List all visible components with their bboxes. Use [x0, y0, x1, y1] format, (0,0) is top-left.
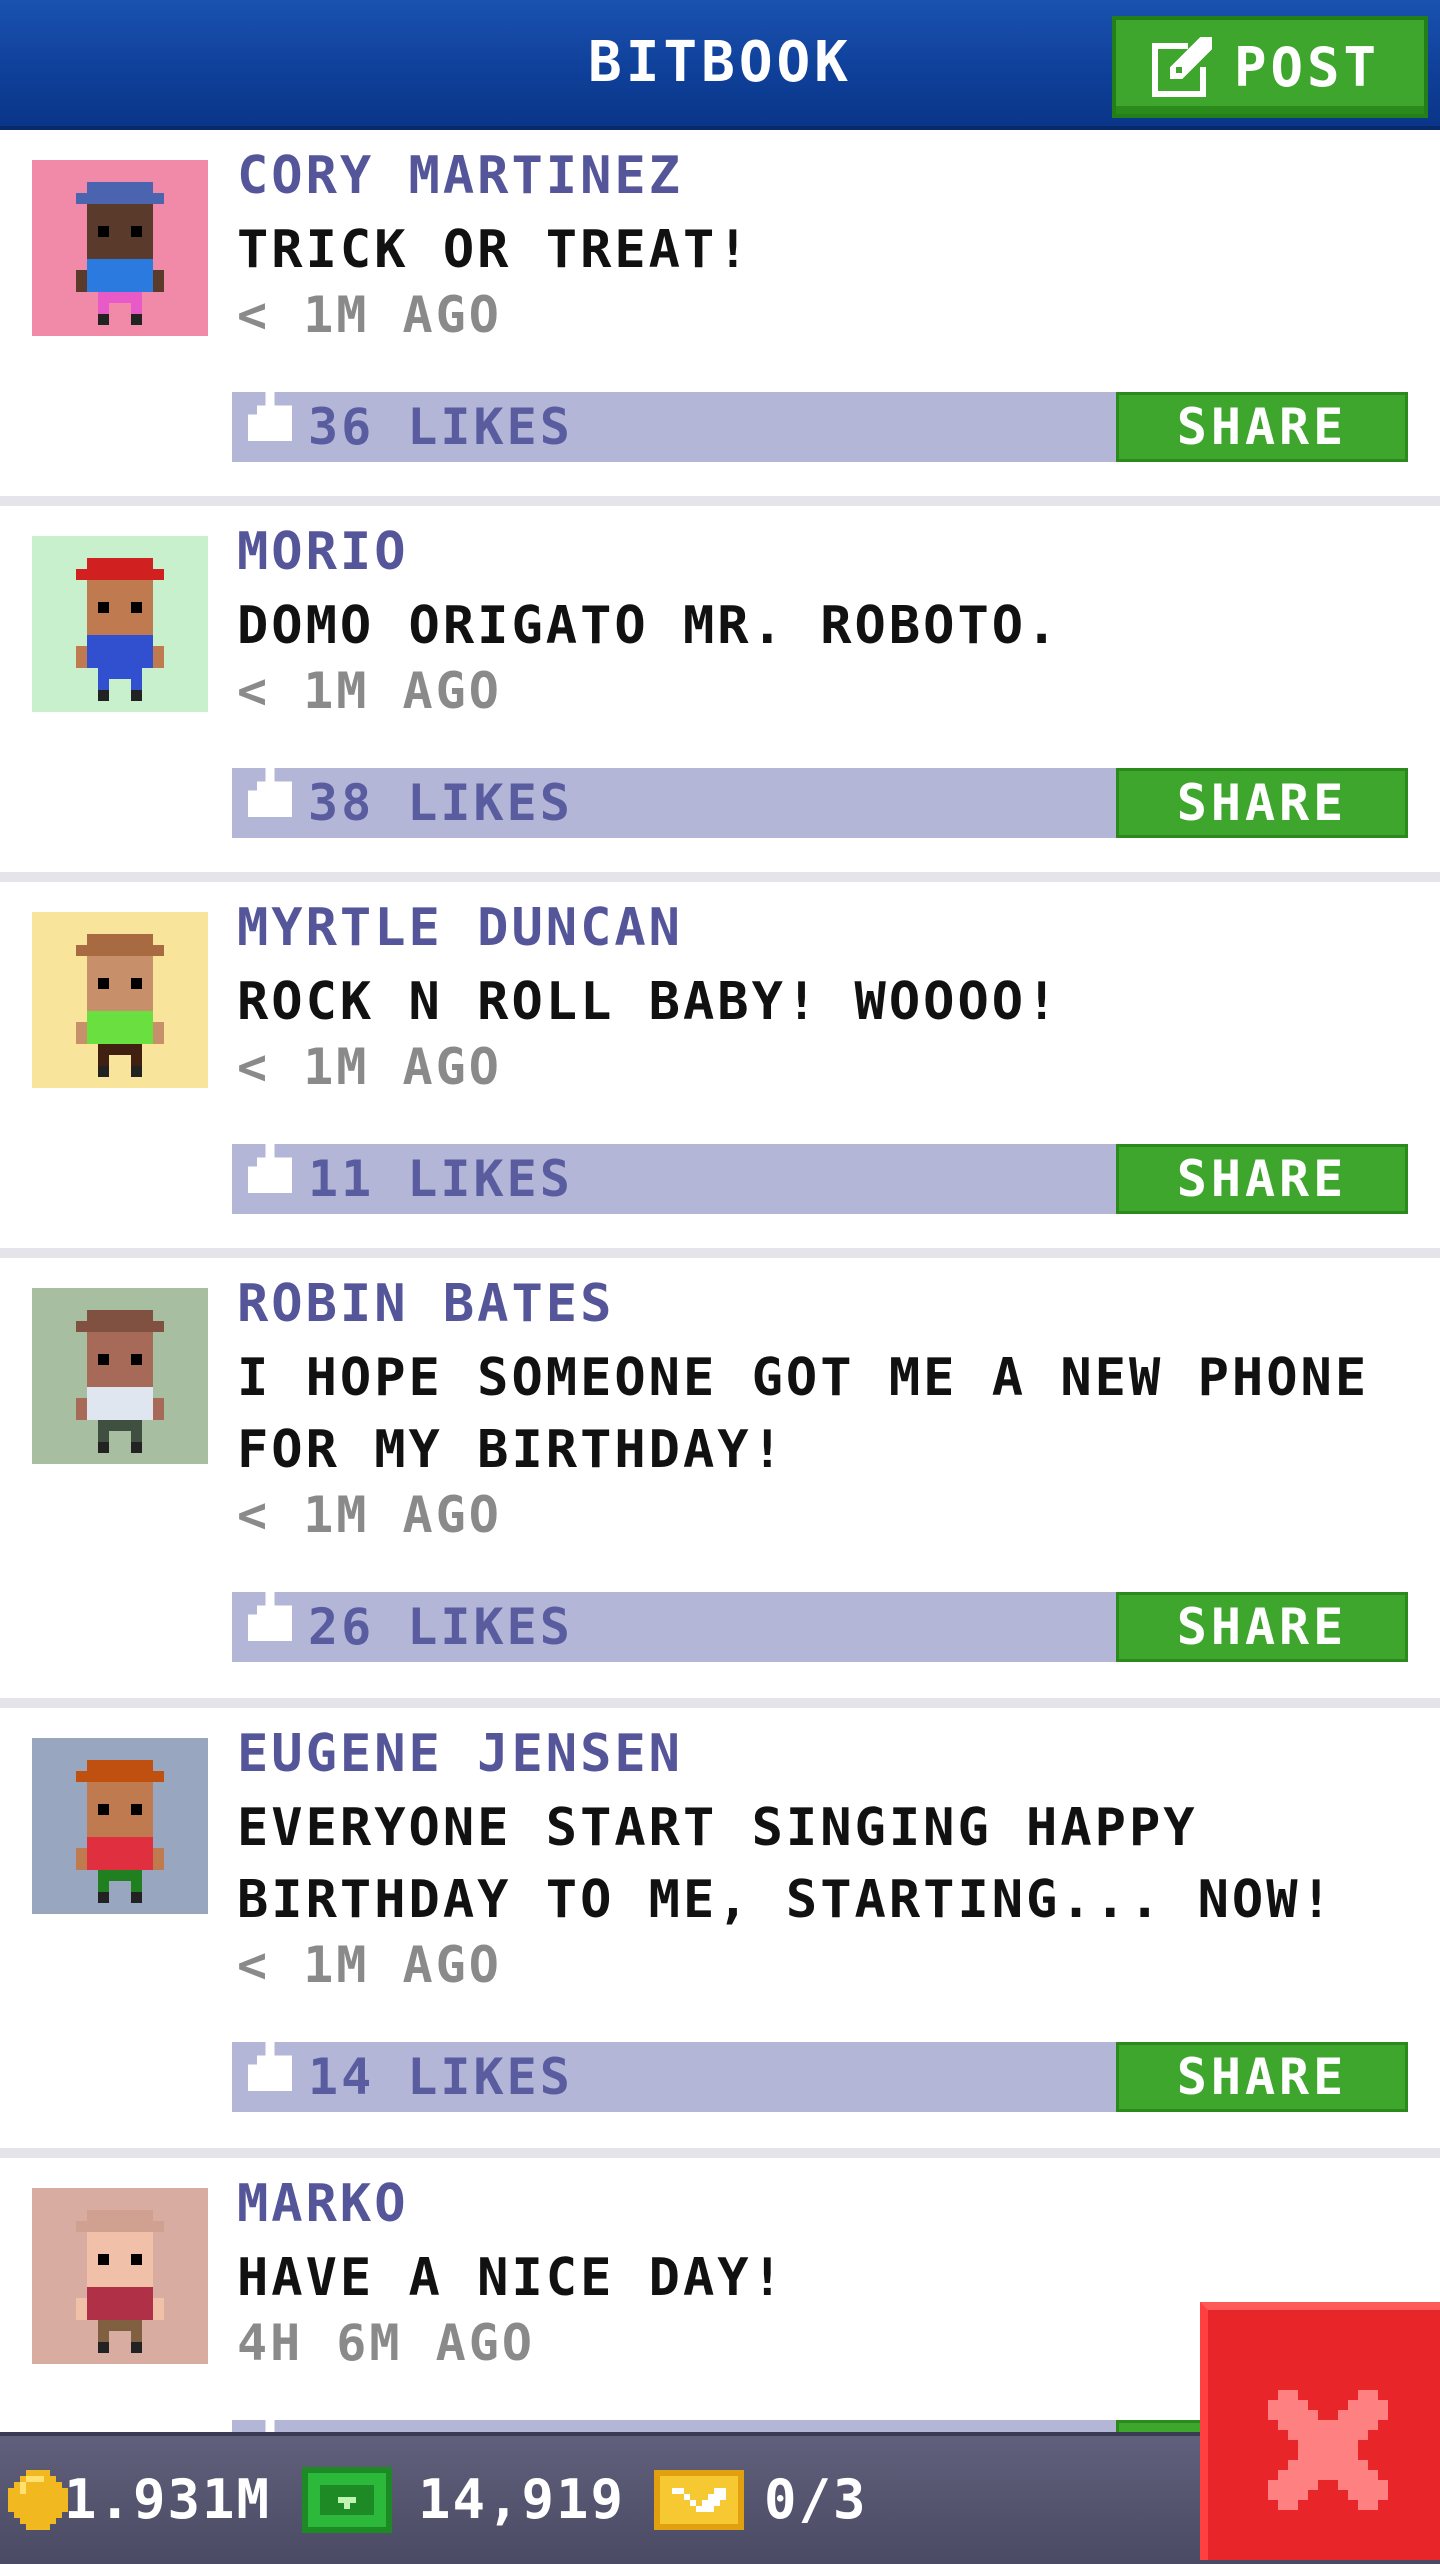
- feed-post: MYRTLE DUNCAN ROCK N ROLL BABY! WOOOO! < 1…: [0, 882, 1440, 1258]
- post-message-line: TRICK OR TREAT!: [237, 220, 752, 280]
- coin-icon: [8, 2470, 68, 2530]
- post-message-line: BIRTHDAY TO ME, STARTING... NOW!: [237, 1870, 1335, 1930]
- close-button[interactable]: [1200, 2302, 1440, 2560]
- post-timestamp: < 1M AGO: [237, 662, 502, 720]
- like-bar[interactable]: 11 LIKES SHARE: [232, 1122, 1408, 1214]
- post-author: MARKO: [237, 2174, 409, 2234]
- bux-count: 14,919: [418, 2468, 626, 2531]
- post-message-line: FOR MY BIRTHDAY!: [237, 1420, 786, 1480]
- thumbs-up-icon: [248, 1122, 292, 1193]
- like-bar[interactable]: 26 LIKES SHARE: [232, 1570, 1408, 1662]
- thumbs-up-icon: [248, 1570, 292, 1641]
- like-count: 38 LIKES: [308, 774, 573, 832]
- share-button[interactable]: SHARE: [1116, 1592, 1408, 1662]
- like-count: 26 LIKES: [308, 1598, 573, 1656]
- feed-post: CORY MARTINEZ TRICK OR TREAT! < 1M AGO 36 L…: [0, 130, 1440, 506]
- post-author: MYRTLE DUNCAN: [237, 898, 683, 958]
- post-message: TRICK OR TREAT!: [237, 214, 1417, 286]
- avatar: [32, 536, 208, 712]
- app-header: BITBOOK POST: [0, 0, 1440, 130]
- feed-post: ROBIN BATES I HOPE SOMEONE GOT ME A NEW P…: [0, 1258, 1440, 1708]
- bux-icon: [302, 2467, 392, 2533]
- avatar: [32, 160, 208, 336]
- post-message: DOMO ORIGATO MR. ROBOTO.: [237, 590, 1417, 662]
- post-message: I HOPE SOMEONE GOT ME A NEW PHONE FOR MY …: [237, 1342, 1417, 1486]
- coins-count: 1.931M: [64, 2468, 272, 2531]
- post-button-label: POST: [1234, 35, 1381, 99]
- avatar: [32, 1288, 208, 1464]
- post-message-line: EVERYONE START SINGING HAPPY: [237, 1798, 1198, 1858]
- post-message-line: I HOPE SOMEONE GOT ME A NEW PHONE: [237, 1348, 1370, 1408]
- tickets-count: 0/3: [764, 2468, 868, 2531]
- compose-icon: [1152, 37, 1212, 97]
- post-button[interactable]: POST: [1112, 16, 1428, 118]
- share-button[interactable]: SHARE: [1116, 1144, 1408, 1214]
- thumbs-up-icon: [248, 746, 292, 817]
- post-message-line: DOMO ORIGATO MR. ROBOTO.: [237, 596, 1061, 656]
- post-author: CORY MARTINEZ: [237, 146, 683, 206]
- thumbs-up-icon: [248, 2020, 292, 2091]
- like-bar[interactable]: 14 LIKES SHARE: [232, 2020, 1408, 2112]
- post-timestamp: < 1M AGO: [237, 1038, 502, 1096]
- avatar: [32, 1738, 208, 1914]
- avatar: [32, 912, 208, 1088]
- close-icon: [1268, 2390, 1388, 2510]
- like-bar[interactable]: 36 LIKES SHARE: [232, 370, 1408, 462]
- post-author: MORIO: [237, 522, 409, 582]
- avatar: [32, 2188, 208, 2364]
- like-count: 11 LIKES: [308, 1150, 573, 1208]
- post-author: ROBIN BATES: [237, 1274, 615, 1334]
- post-message-line: ROCK N ROLL BABY! WOOOO!: [237, 972, 1061, 1032]
- like-bar[interactable]: 38 LIKES SHARE: [232, 746, 1408, 838]
- post-timestamp: 4H 6M AGO: [237, 2314, 535, 2372]
- thumbs-up-icon: [248, 370, 292, 441]
- post-author: EUGENE JENSEN: [237, 1724, 683, 1784]
- post-timestamp: < 1M AGO: [237, 1486, 502, 1544]
- share-button[interactable]: SHARE: [1116, 2042, 1408, 2112]
- share-button[interactable]: SHARE: [1116, 392, 1408, 462]
- feed-post: EUGENE JENSEN EVERYONE START SINGING HAPP…: [0, 1708, 1440, 2158]
- share-button[interactable]: SHARE: [1116, 768, 1408, 838]
- post-message: EVERYONE START SINGING HAPPY BIRTHDAY TO …: [237, 1792, 1417, 1936]
- post-timestamp: < 1M AGO: [237, 286, 502, 344]
- post-message: ROCK N ROLL BABY! WOOOO!: [237, 966, 1417, 1038]
- like-count: 14 LIKES: [308, 2048, 573, 2106]
- post-timestamp: < 1M AGO: [237, 1936, 502, 1994]
- like-count: 36 LIKES: [308, 398, 573, 456]
- news-feed[interactable]: CORY MARTINEZ TRICK OR TREAT! < 1M AGO 36 L…: [0, 130, 1440, 2498]
- ticket-icon: [654, 2470, 744, 2530]
- feed-post: MORIO DOMO ORIGATO MR. ROBOTO. < 1M AGO 38 …: [0, 506, 1440, 882]
